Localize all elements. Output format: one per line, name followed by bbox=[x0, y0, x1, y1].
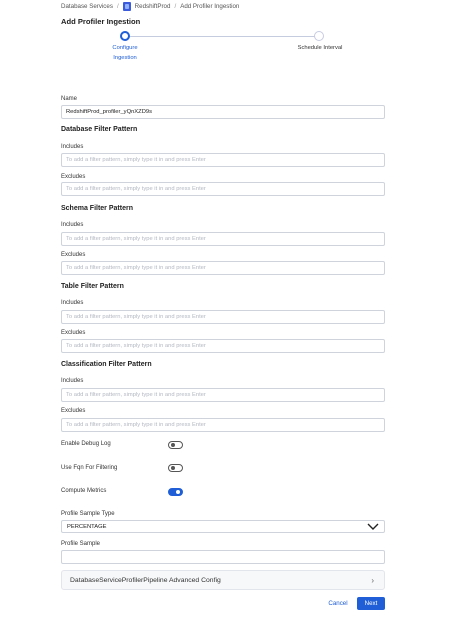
database-service-icon bbox=[122, 2, 131, 11]
compute-metrics-toggle[interactable] bbox=[168, 488, 183, 496]
schema-excludes-input[interactable] bbox=[61, 261, 385, 275]
breadcrumb-separator: / bbox=[174, 3, 177, 10]
database-includes-label: Includes bbox=[61, 144, 84, 150]
schema-excludes-label: Excludes bbox=[61, 252, 86, 258]
chevron-down-icon bbox=[367, 523, 379, 530]
database-excludes-label: Excludes bbox=[61, 174, 86, 180]
profile-sample-type-label: Profile Sample Type bbox=[61, 511, 115, 517]
classification-includes-input[interactable] bbox=[61, 388, 385, 402]
table-filter-title: Table Filter Pattern bbox=[61, 283, 124, 290]
classification-excludes-label: Excludes bbox=[61, 408, 86, 414]
cancel-button[interactable]: Cancel bbox=[322, 597, 354, 610]
breadcrumb-database-services[interactable]: Database Services bbox=[61, 3, 113, 10]
step-indicator-configure bbox=[120, 31, 130, 41]
schema-includes-input[interactable] bbox=[61, 232, 385, 246]
name-input[interactable] bbox=[61, 105, 385, 119]
schema-includes-label: Includes bbox=[61, 222, 84, 228]
chevron-right-icon: › bbox=[371, 575, 374, 585]
breadcrumb: Database Services / RedshiftProd / Add P… bbox=[61, 2, 239, 11]
next-button[interactable]: Next bbox=[357, 597, 385, 610]
table-includes-label: Includes bbox=[61, 300, 84, 306]
stepper-connector bbox=[129, 36, 317, 37]
breadcrumb-separator: / bbox=[116, 3, 119, 10]
step-indicator-schedule bbox=[314, 31, 324, 41]
toggle-knob bbox=[171, 443, 175, 447]
schema-filter-title: Schema Filter Pattern bbox=[61, 205, 133, 212]
step-label-schedule: Schedule Interval bbox=[297, 45, 343, 51]
name-label: Name bbox=[61, 96, 78, 102]
classification-filter-title: Classification Filter Pattern bbox=[61, 361, 152, 368]
advanced-config-label: DatabaseServiceProfilerPipeline Advanced… bbox=[70, 576, 221, 584]
use-fqn-for-filtering-toggle[interactable] bbox=[168, 464, 183, 472]
toggle-knob bbox=[176, 490, 180, 494]
breadcrumb-current: Add Profiler Ingestion bbox=[180, 3, 240, 10]
classification-includes-label: Includes bbox=[61, 378, 84, 384]
profile-sample-type-value: PERCENTAGE bbox=[67, 523, 107, 530]
table-excludes-input[interactable] bbox=[61, 339, 385, 353]
enable-debug-log-toggle[interactable] bbox=[168, 441, 183, 449]
profile-sample-input[interactable] bbox=[61, 550, 385, 564]
step-label-configure: Configure Ingestion bbox=[112, 45, 138, 61]
profile-sample-label: Profile Sample bbox=[61, 541, 101, 547]
use-fqn-for-filtering-label: Use Fqn For Filtering bbox=[61, 465, 118, 471]
advanced-config-collapse[interactable]: DatabaseServiceProfilerPipeline Advanced… bbox=[61, 570, 385, 590]
database-includes-input[interactable] bbox=[61, 153, 385, 167]
profile-sample-type-select[interactable]: PERCENTAGE bbox=[61, 520, 385, 533]
enable-debug-log-label: Enable Debug Log bbox=[61, 441, 111, 447]
breadcrumb-service[interactable]: RedshiftProd bbox=[135, 3, 171, 10]
database-excludes-input[interactable] bbox=[61, 182, 385, 196]
stepper: Configure Ingestion Schedule Interval bbox=[61, 31, 385, 65]
classification-excludes-input[interactable] bbox=[61, 418, 385, 432]
table-excludes-label: Excludes bbox=[61, 330, 86, 336]
compute-metrics-label: Compute Metrics bbox=[61, 488, 107, 494]
table-includes-input[interactable] bbox=[61, 310, 385, 324]
database-filter-title: Database Filter Pattern bbox=[61, 126, 138, 133]
toggle-knob bbox=[171, 466, 175, 470]
page-title: Add Profiler Ingestion bbox=[61, 17, 141, 26]
